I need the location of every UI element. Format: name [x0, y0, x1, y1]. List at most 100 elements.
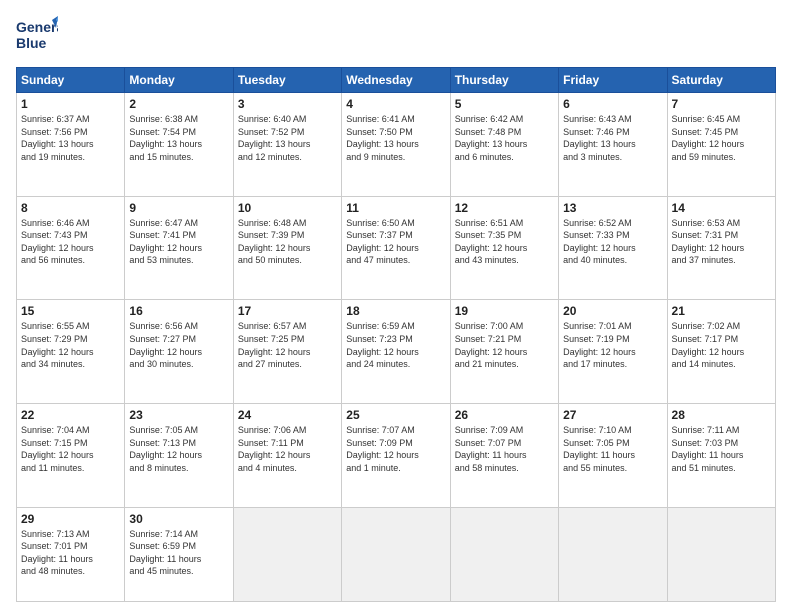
table-row: 10 Sunrise: 6:48 AM Sunset: 7:39 PM Dayli… [233, 196, 341, 300]
cell-info: Sunrise: 6:37 AM Sunset: 7:56 PM Dayligh… [21, 113, 120, 163]
cell-info: Sunrise: 6:53 AM Sunset: 7:31 PM Dayligh… [672, 217, 771, 267]
col-monday: Monday [125, 68, 233, 93]
table-row: 13 Sunrise: 6:52 AM Sunset: 7:33 PM Dayli… [559, 196, 667, 300]
day-number: 22 [21, 408, 120, 422]
table-row: 19 Sunrise: 7:00 AM Sunset: 7:21 PM Dayli… [450, 300, 558, 404]
day-number: 11 [346, 201, 445, 215]
day-number: 9 [129, 201, 228, 215]
table-row: 6Sunrise: 6:43 AM Sunset: 7:46 PM Daylig… [559, 93, 667, 197]
day-number: 3 [238, 97, 337, 111]
cell-info: Sunrise: 6:45 AM Sunset: 7:45 PM Dayligh… [672, 113, 771, 163]
cell-info: Sunrise: 6:40 AM Sunset: 7:52 PM Dayligh… [238, 113, 337, 163]
day-number: 24 [238, 408, 337, 422]
svg-text:General: General [16, 19, 58, 35]
day-number: 13 [563, 201, 662, 215]
cell-info: Sunrise: 6:52 AM Sunset: 7:33 PM Dayligh… [563, 217, 662, 267]
day-number: 18 [346, 304, 445, 318]
table-row: 23 Sunrise: 7:05 AM Sunset: 7:13 PM Dayli… [125, 404, 233, 508]
table-row: 22 Sunrise: 7:04 AM Sunset: 7:15 PM Dayli… [17, 404, 125, 508]
cell-info: Sunrise: 7:07 AM Sunset: 7:09 PM Dayligh… [346, 424, 445, 474]
day-number: 29 [21, 512, 120, 526]
table-row: 20Sunrise: 7:01 AM Sunset: 7:19 PM Dayli… [559, 300, 667, 404]
cell-info: Sunrise: 7:00 AM Sunset: 7:21 PM Dayligh… [455, 320, 554, 370]
day-number: 8 [21, 201, 120, 215]
calendar-week-row: 29Sunrise: 7:13 AM Sunset: 7:01 PM Dayli… [17, 507, 776, 601]
table-row: 15 Sunrise: 6:55 AM Sunset: 7:29 PM Dayli… [17, 300, 125, 404]
logo: General Blue [16, 16, 62, 59]
table-row: 11 Sunrise: 6:50 AM Sunset: 7:37 PM Dayli… [342, 196, 450, 300]
cell-info: Sunrise: 6:59 AM Sunset: 7:23 PM Dayligh… [346, 320, 445, 370]
header: General Blue [16, 16, 776, 59]
day-number: 10 [238, 201, 337, 215]
table-row [450, 507, 558, 601]
cell-info: Sunrise: 7:01 AM Sunset: 7:19 PM Dayligh… [563, 320, 662, 370]
table-row: 4Sunrise: 6:41 AM Sunset: 7:50 PM Daylig… [342, 93, 450, 197]
cell-info: Sunrise: 6:48 AM Sunset: 7:39 PM Dayligh… [238, 217, 337, 267]
day-number: 15 [21, 304, 120, 318]
table-row: 9Sunrise: 6:47 AM Sunset: 7:41 PM Daylig… [125, 196, 233, 300]
table-row [233, 507, 341, 601]
col-sunday: Sunday [17, 68, 125, 93]
day-number: 7 [672, 97, 771, 111]
table-row: 2 Sunrise: 6:38 AM Sunset: 7:54 PM Daylig… [125, 93, 233, 197]
cell-info: Sunrise: 6:41 AM Sunset: 7:50 PM Dayligh… [346, 113, 445, 163]
table-row: 25Sunrise: 7:07 AM Sunset: 7:09 PM Dayli… [342, 404, 450, 508]
table-row [667, 507, 775, 601]
table-row: 29Sunrise: 7:13 AM Sunset: 7:01 PM Dayli… [17, 507, 125, 601]
table-row [559, 507, 667, 601]
table-row: 24 Sunrise: 7:06 AM Sunset: 7:11 PM Dayli… [233, 404, 341, 508]
table-row: 26Sunrise: 7:09 AM Sunset: 7:07 PM Dayli… [450, 404, 558, 508]
page: General Blue Sunday Monday Tuesday Wedne… [0, 0, 792, 612]
day-number: 6 [563, 97, 662, 111]
day-number: 16 [129, 304, 228, 318]
cell-info: Sunrise: 7:10 AM Sunset: 7:05 PM Dayligh… [563, 424, 662, 474]
cell-info: Sunrise: 6:50 AM Sunset: 7:37 PM Dayligh… [346, 217, 445, 267]
cell-info: Sunrise: 6:57 AM Sunset: 7:25 PM Dayligh… [238, 320, 337, 370]
calendar-week-row: 15 Sunrise: 6:55 AM Sunset: 7:29 PM Dayli… [17, 300, 776, 404]
cell-info: Sunrise: 7:14 AM Sunset: 6:59 PM Dayligh… [129, 528, 228, 578]
table-row: 27 Sunrise: 7:10 AM Sunset: 7:05 PM Dayli… [559, 404, 667, 508]
cell-info: Sunrise: 6:51 AM Sunset: 7:35 PM Dayligh… [455, 217, 554, 267]
day-number: 5 [455, 97, 554, 111]
table-row: 14Sunrise: 6:53 AM Sunset: 7:31 PM Dayli… [667, 196, 775, 300]
cell-info: Sunrise: 6:42 AM Sunset: 7:48 PM Dayligh… [455, 113, 554, 163]
logo-svg: General Blue [16, 16, 58, 54]
cell-info: Sunrise: 6:46 AM Sunset: 7:43 PM Dayligh… [21, 217, 120, 267]
calendar-week-row: 1Sunrise: 6:37 AM Sunset: 7:56 PM Daylig… [17, 93, 776, 197]
table-row: 28 Sunrise: 7:11 AM Sunset: 7:03 PM Dayli… [667, 404, 775, 508]
cell-info: Sunrise: 7:11 AM Sunset: 7:03 PM Dayligh… [672, 424, 771, 474]
cell-info: Sunrise: 7:05 AM Sunset: 7:13 PM Dayligh… [129, 424, 228, 474]
cell-info: Sunrise: 7:02 AM Sunset: 7:17 PM Dayligh… [672, 320, 771, 370]
table-row: 1Sunrise: 6:37 AM Sunset: 7:56 PM Daylig… [17, 93, 125, 197]
table-row: 21 Sunrise: 7:02 AM Sunset: 7:17 PM Dayli… [667, 300, 775, 404]
table-row: 16 Sunrise: 6:56 AM Sunset: 7:27 PM Dayli… [125, 300, 233, 404]
cell-info: Sunrise: 7:06 AM Sunset: 7:11 PM Dayligh… [238, 424, 337, 474]
cell-info: Sunrise: 7:04 AM Sunset: 7:15 PM Dayligh… [21, 424, 120, 474]
day-number: 17 [238, 304, 337, 318]
cell-info: Sunrise: 6:55 AM Sunset: 7:29 PM Dayligh… [21, 320, 120, 370]
day-number: 19 [455, 304, 554, 318]
calendar-week-row: 22 Sunrise: 7:04 AM Sunset: 7:15 PM Dayli… [17, 404, 776, 508]
day-number: 28 [672, 408, 771, 422]
col-friday: Friday [559, 68, 667, 93]
cell-info: Sunrise: 6:38 AM Sunset: 7:54 PM Dayligh… [129, 113, 228, 163]
table-row: 3 Sunrise: 6:40 AM Sunset: 7:52 PM Daylig… [233, 93, 341, 197]
calendar-week-row: 8 Sunrise: 6:46 AM Sunset: 7:43 PM Daylig… [17, 196, 776, 300]
col-wednesday: Wednesday [342, 68, 450, 93]
day-number: 23 [129, 408, 228, 422]
table-row: 18 Sunrise: 6:59 AM Sunset: 7:23 PM Dayli… [342, 300, 450, 404]
table-row: 5 Sunrise: 6:42 AM Sunset: 7:48 PM Daylig… [450, 93, 558, 197]
table-row: 7 Sunrise: 6:45 AM Sunset: 7:45 PM Daylig… [667, 93, 775, 197]
col-tuesday: Tuesday [233, 68, 341, 93]
table-row: 12 Sunrise: 6:51 AM Sunset: 7:35 PM Dayli… [450, 196, 558, 300]
calendar: Sunday Monday Tuesday Wednesday Thursday… [16, 67, 776, 602]
col-saturday: Saturday [667, 68, 775, 93]
cell-info: Sunrise: 6:56 AM Sunset: 7:27 PM Dayligh… [129, 320, 228, 370]
day-number: 12 [455, 201, 554, 215]
cell-info: Sunrise: 7:09 AM Sunset: 7:07 PM Dayligh… [455, 424, 554, 474]
day-number: 27 [563, 408, 662, 422]
logo-mark: General Blue [16, 16, 58, 59]
day-number: 2 [129, 97, 228, 111]
day-number: 21 [672, 304, 771, 318]
table-row [342, 507, 450, 601]
